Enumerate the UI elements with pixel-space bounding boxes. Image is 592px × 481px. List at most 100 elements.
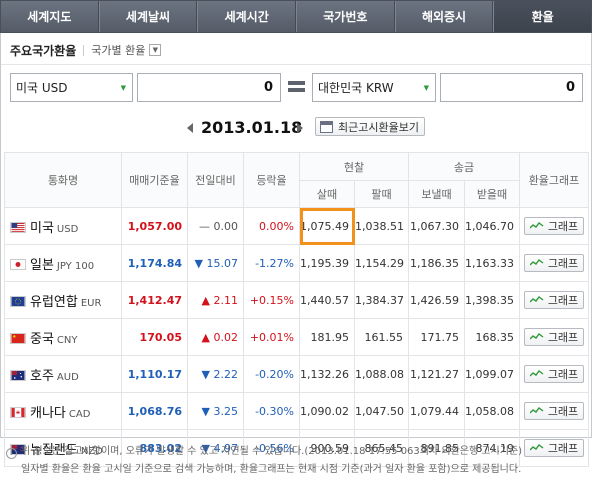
from-currency-select[interactable]: 미국 USD ▼ [10, 73, 133, 102]
footnote-1-text: 위 정보는 참고사항이며, 오류가 발생할 수 있고 지연될 수 있습니다.(2… [21, 446, 523, 457]
change-rate: -0.20% [243, 355, 300, 393]
table-row: 호주 AUD 1,110.17 ▼ 2.22 -0.20% 1,132.26 1,088.0… [4, 355, 589, 393]
header-cash: 현찰 [299, 152, 409, 181]
currency-cell[interactable]: 유럽연합 EUR [4, 281, 122, 319]
base-rate: 170.05 [121, 318, 188, 356]
country-rates-link[interactable]: 국가별 환율 [91, 42, 145, 58]
table-row: 유럽연합 EUR 1,412.47 ▲ 2.11 +0.15% 1,440.57 1,384… [4, 281, 589, 319]
cash-buy: 181.95 [299, 318, 355, 356]
line-graph-icon [529, 370, 544, 377]
change-value: 2.11 [213, 293, 239, 307]
graph-cell: 그래프 [519, 355, 589, 393]
tab-exchange-rate[interactable]: 환율 [493, 1, 592, 32]
line-graph-icon [529, 222, 544, 229]
panel-title: 주요국가환율 [10, 43, 77, 58]
au-flag-icon [10, 369, 30, 383]
graph-button[interactable]: 그래프 [523, 328, 585, 346]
cash-sell: 1,154.29 [354, 244, 409, 282]
graph-button[interactable]: 그래프 [523, 217, 585, 235]
next-date-icon[interactable] [297, 123, 303, 133]
to-amount-input[interactable]: 0 [440, 73, 583, 102]
cash-sell: 1,038.51 [354, 207, 409, 245]
graph-button-label: 그래프 [547, 257, 579, 270]
graph-button-label: 그래프 [547, 294, 579, 307]
currency-code: USD [56, 223, 79, 235]
us-flag-icon [10, 221, 30, 235]
graph-button[interactable]: 그래프 [523, 254, 585, 272]
to-currency-value: 대한민국 KRW [318, 81, 394, 95]
previous-date-icon[interactable] [187, 123, 193, 133]
currency-name: 미국 [30, 220, 54, 236]
graph-button-label: 그래프 [547, 220, 579, 233]
chevron-down-icon[interactable]: ▼ [149, 44, 162, 56]
panel-subheader: 주요국가환율 국가별 환율 ▼ [10, 40, 162, 60]
line-graph-icon [529, 407, 544, 414]
change-value: 15.07 [206, 256, 239, 270]
jp-flag-icon [10, 258, 30, 272]
graph-cell: 그래프 [519, 207, 589, 245]
footnotes: i 위 정보는 참고사항이며, 오류가 발생할 수 있고 지연될 수 있습니다.(… [6, 443, 586, 479]
base-rate: 1,057.00 [121, 207, 188, 245]
base-rate: 1,068.76 [121, 392, 188, 430]
currency-cell[interactable]: 호주 AUD [4, 355, 122, 393]
calendar-icon [320, 120, 333, 133]
cash-sell: 161.55 [354, 318, 409, 356]
header-currency: 통화명 [4, 152, 122, 208]
header-cash-sell: 팔때 [354, 180, 409, 208]
change-cell: ▼ 15.07 [187, 244, 244, 282]
header-graph: 환율그래프 [519, 152, 589, 208]
send-rate: 1,079.44 [408, 392, 465, 430]
graph-button-label: 그래프 [547, 368, 579, 381]
graph-button[interactable]: 그래프 [523, 402, 585, 420]
currency-code: EUR [80, 297, 102, 309]
footnote-1: i 위 정보는 참고사항이며, 오류가 발생할 수 있고 지연될 수 있습니다.(… [6, 443, 586, 461]
tab-overseas-stocks[interactable]: 해외증시 [394, 1, 494, 32]
tab-world-time[interactable]: 세계시간 [197, 1, 297, 32]
receive-rate: 168.35 [464, 318, 520, 356]
currency-cell[interactable]: 중국 CNY [4, 318, 122, 356]
header-receive: 받을때 [464, 180, 520, 208]
cash-buy: 1,075.49 [299, 207, 355, 245]
graph-button[interactable]: 그래프 [523, 291, 585, 309]
to-currency-select[interactable]: 대한민국 KRW ▼ [312, 73, 436, 102]
table-row: 중국 CNY 170.05 ▲ 0.02 +0.01% 181.95 161.55 171.7… [4, 318, 589, 356]
tab-country-code[interactable]: 국가번호 [296, 1, 395, 32]
graph-button-label: 그래프 [547, 331, 579, 344]
header-divider [1, 64, 591, 65]
recent-notice-button[interactable]: 최근고시환율보기 [315, 117, 425, 136]
receive-rate: 1,163.33 [464, 244, 520, 282]
currency-name: 일본 [30, 257, 54, 273]
table-row: 캐나다 CAD 1,068.76 ▼ 3.25 -0.30% 1,090.02 1,047.… [4, 392, 589, 430]
exchange-rate-table: 통화명 매매기준율 전일대비 등락율 현찰 송금 환율그래프 살때 팔때 보낼때… [4, 152, 589, 467]
change-rate: -1.27% [243, 244, 300, 282]
receive-rate: 1,099.07 [464, 355, 520, 393]
send-rate: 1,121.27 [408, 355, 465, 393]
send-rate: 1,067.30 [408, 207, 465, 245]
currency-cell[interactable]: 캐나다 CAD [4, 392, 122, 430]
receive-rate: 1,058.08 [464, 392, 520, 430]
cn-flag-icon [10, 332, 30, 346]
currency-name: 캐나다 [30, 405, 66, 421]
footnote-2: 일자별 환율은 환율 고시일 기준으로 검색 가능하며, 환율그래프는 현재 시… [21, 464, 522, 475]
graph-button[interactable]: 그래프 [523, 365, 585, 383]
tab-world-map[interactable]: 세계지도 [1, 1, 99, 32]
currency-code: CNY [56, 334, 78, 346]
currency-cell[interactable]: 미국 USD [4, 207, 122, 245]
send-rate: 171.75 [408, 318, 465, 356]
change-cell: — 0.00 [187, 207, 244, 245]
currency-name: 유럽연합 [30, 294, 78, 310]
currency-code: CAD [68, 408, 91, 420]
cash-buy: 1,440.57 [299, 281, 355, 319]
info-icon: i [6, 447, 17, 459]
from-amount-input[interactable]: 0 [137, 73, 281, 102]
table-row: 미국 USD 1,057.00— 0.00 0.00% 1,075.49 1,038.51… [4, 207, 589, 245]
tab-world-weather[interactable]: 세계날씨 [98, 1, 198, 32]
send-rate: 1,426.59 [408, 281, 465, 319]
cash-sell: 1,047.50 [354, 392, 409, 430]
cash-buy: 1,195.39 [299, 244, 355, 282]
change-rate: +0.15% [243, 281, 300, 319]
header-transfer: 송금 [408, 152, 520, 181]
equals-icon [288, 80, 305, 93]
currency-cell[interactable]: 일본 JPY 100 [4, 244, 122, 282]
graph-cell: 그래프 [519, 318, 589, 356]
